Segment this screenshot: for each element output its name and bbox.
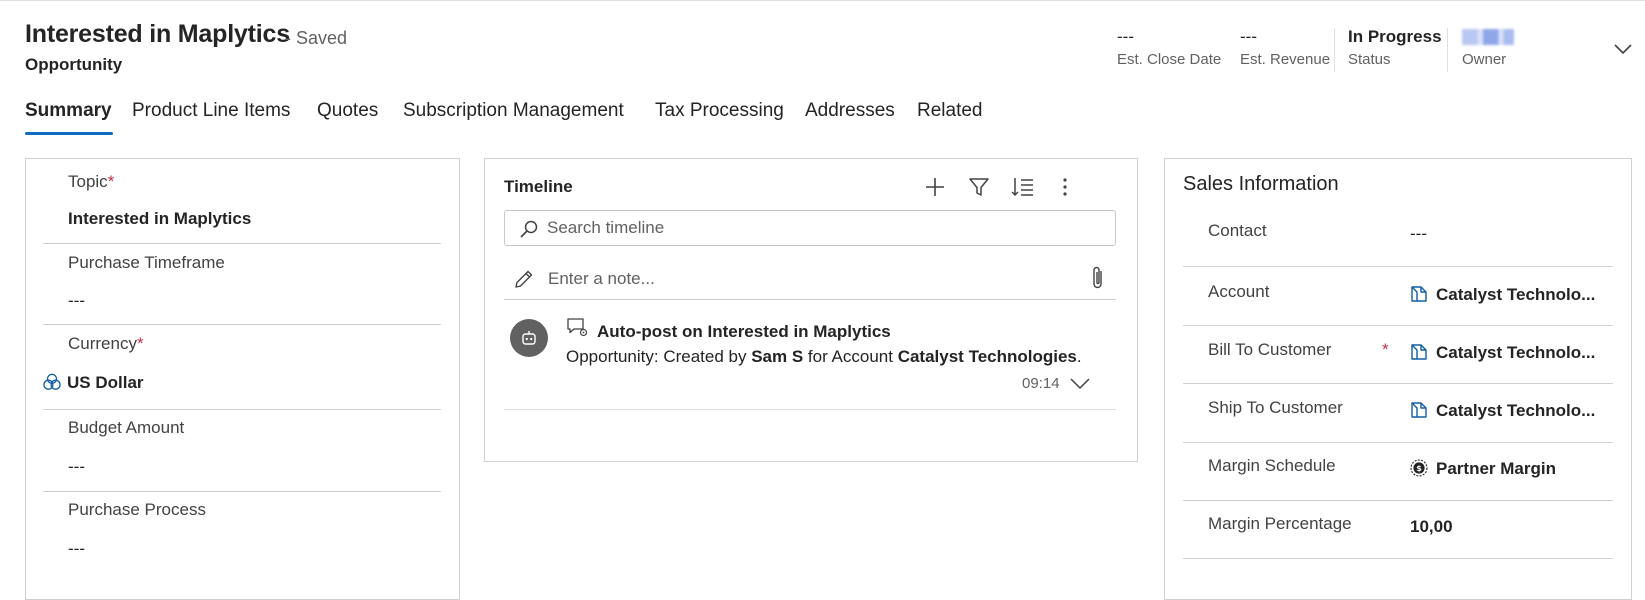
status-value: In Progress <box>1348 27 1442 46</box>
purchase-timeframe-value[interactable]: --- <box>68 291 85 311</box>
account-icon <box>1411 402 1427 418</box>
field-currency: Currency* US Dollar <box>43 325 441 410</box>
auto-post-icon <box>567 318 588 337</box>
divider <box>1183 558 1613 559</box>
timeline-note-composer[interactable] <box>504 259 1116 300</box>
tab-related[interactable]: Related <box>917 100 983 122</box>
top-border <box>0 0 1645 1</box>
search-icon <box>520 220 538 238</box>
bot-icon <box>522 331 536 345</box>
margin-schedule-lookup-link[interactable]: $ Partner Margin <box>1410 459 1556 479</box>
field-topic: Topic* Interested in Maplytics <box>43 159 441 244</box>
purchase-process-value[interactable]: --- <box>68 539 85 559</box>
margin-percentage-label: Margin Percentage <box>1208 514 1352 533</box>
header-divider <box>1447 28 1448 72</box>
status-label: Status <box>1348 51 1391 68</box>
entity-name: Opportunity <box>25 55 123 74</box>
bill-to-customer-lookup-link[interactable]: Catalyst Technolo... <box>1410 343 1595 363</box>
add-icon[interactable] <box>923 175 947 199</box>
active-tab-indicator <box>25 132 113 135</box>
topic-label: Topic* <box>68 172 115 191</box>
field-ship-to-customer: Ship To Customer Catalyst Technolo... <box>1183 384 1613 443</box>
currency-label: Currency* <box>68 334 144 353</box>
field-account: Account Catalyst Technolo... <box>1183 267 1613 326</box>
post-body: Opportunity: Created by Sam S for Accoun… <box>566 347 1082 366</box>
required-marker: * <box>136 334 144 353</box>
header-divider <box>1334 28 1335 72</box>
tab-product-line-items[interactable]: Product Line Items <box>132 100 290 122</box>
est-revenue-label: Est. Revenue <box>1240 51 1331 68</box>
required-marker: * <box>107 172 115 191</box>
est-close-date-value: --- <box>1117 27 1134 46</box>
timeline-title: Timeline <box>504 177 573 196</box>
tab-addresses[interactable]: Addresses <box>805 100 895 122</box>
tab-summary[interactable]: Summary <box>25 100 112 122</box>
sales-information-card: Sales Information Contact --- Account Ca… <box>1164 158 1632 600</box>
timeline-search-box[interactable] <box>504 210 1116 246</box>
pencil-icon <box>515 270 533 288</box>
timeline-card: Timeline Search timeline Enter a note...… <box>484 158 1138 462</box>
post-timestamp: 09:14 <box>1022 375 1060 392</box>
post-account: Catalyst Technologies <box>897 347 1077 366</box>
chevron-down-icon[interactable] <box>1069 373 1091 393</box>
post-title: Auto-post on Interested in Maplytics <box>597 322 891 341</box>
purchase-timeframe-label: Purchase Timeframe <box>68 253 225 272</box>
owner-avatar-redacted <box>1462 29 1514 45</box>
field-margin-percentage: Margin Percentage 10,00 <box>1183 501 1613 559</box>
margin-percentage-value[interactable]: 10,00 <box>1410 517 1453 537</box>
account-icon <box>1411 344 1427 360</box>
header-field-est-revenue[interactable]: --- Est. Revenue <box>1240 26 1330 68</box>
field-purchase-timeframe: Purchase Timeframe --- <box>43 244 441 325</box>
ship-to-customer-lookup-link[interactable]: Catalyst Technolo... <box>1410 401 1595 421</box>
svg-text:$: $ <box>1416 464 1422 473</box>
field-purchase-process: Purchase Process --- <box>43 491 441 581</box>
account-icon <box>1411 286 1427 302</box>
ship-to-customer-label: Ship To Customer <box>1208 398 1343 417</box>
purchase-process-label: Purchase Process <box>68 500 206 519</box>
margin-schedule-label: Margin Schedule <box>1208 456 1336 475</box>
currency-lookup-link[interactable]: US Dollar <box>43 373 144 393</box>
required-marker: * <box>1382 340 1389 359</box>
save-status: - Saved <box>285 28 348 48</box>
header-field-status[interactable]: In Progress Status <box>1348 26 1442 68</box>
search-input[interactable] <box>547 217 1087 239</box>
field-budget-amount: Budget Amount --- <box>43 409 441 492</box>
more-options-icon[interactable] <box>1053 175 1077 199</box>
header-field-est-close-date[interactable]: --- Est. Close Date <box>1117 26 1221 68</box>
account-lookup-link[interactable]: Catalyst Technolo... <box>1410 285 1595 305</box>
tab-subscription-management[interactable]: Subscription Management <box>403 100 624 122</box>
post-user: Sam S <box>751 347 804 366</box>
budget-amount-value[interactable]: --- <box>68 457 85 477</box>
field-contact: Contact --- <box>1183 205 1613 267</box>
bot-avatar <box>510 319 548 357</box>
chevron-down-icon[interactable] <box>1612 38 1634 60</box>
note-input[interactable] <box>548 268 1068 290</box>
record-title: Interested in Maplytics <box>25 20 290 48</box>
section-title: Sales Information <box>1183 173 1339 195</box>
margin-icon: $ <box>1410 459 1428 477</box>
tab-quotes[interactable]: Quotes <box>317 100 378 122</box>
sort-icon[interactable] <box>1011 175 1035 199</box>
account-label: Account <box>1208 282 1270 301</box>
currency-icon <box>43 373 61 390</box>
header-field-owner[interactable]: Owner <box>1462 26 1514 68</box>
timeline-post[interactable]: Auto-post on Interested in Maplytics Opp… <box>504 309 1116 410</box>
est-close-date-label: Est. Close Date <box>1117 51 1222 68</box>
summary-fields-card: Topic* Interested in Maplytics Purchase … <box>25 158 460 600</box>
field-bill-to-customer: Bill To Customer * Catalyst Technolo... <box>1183 326 1613 384</box>
topic-value[interactable]: Interested in Maplytics <box>68 209 251 229</box>
tab-tax-processing[interactable]: Tax Processing <box>655 100 784 122</box>
attachment-icon[interactable] <box>1089 265 1107 291</box>
budget-amount-label: Budget Amount <box>68 418 185 437</box>
field-margin-schedule: Margin Schedule $ Partner Margin <box>1183 443 1613 501</box>
contact-label: Contact <box>1208 221 1267 240</box>
owner-label: Owner <box>1462 51 1507 68</box>
est-revenue-value: --- <box>1240 27 1257 46</box>
filter-icon[interactable] <box>967 175 991 199</box>
bill-to-customer-label: Bill To Customer <box>1208 340 1332 359</box>
contact-value[interactable]: --- <box>1410 224 1427 244</box>
